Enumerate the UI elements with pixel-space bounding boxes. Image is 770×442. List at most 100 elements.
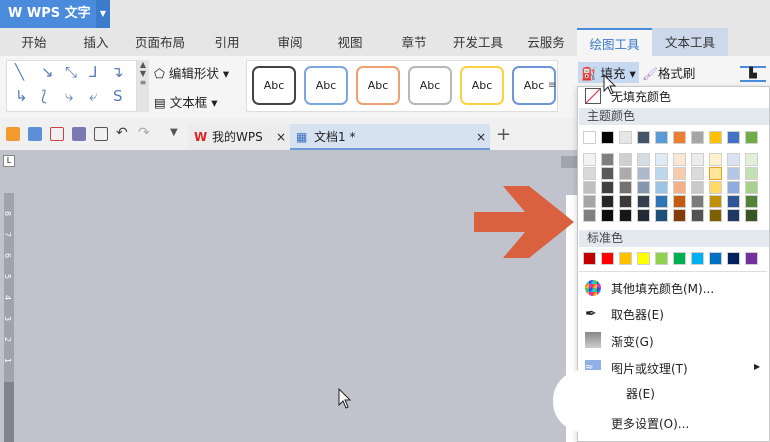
theme-color-swatch[interactable] (655, 131, 668, 144)
elbow-double-arrow-icon[interactable]: ↳ (15, 87, 28, 105)
shade-color-swatch[interactable] (745, 209, 758, 222)
tab-2[interactable]: 页面布局 (130, 28, 190, 56)
shade-color-swatch[interactable] (583, 181, 596, 194)
theme-color-swatch[interactable] (637, 131, 650, 144)
shade-color-swatch[interactable] (655, 167, 668, 180)
curved-arrow-icon[interactable]: ⤷ (65, 87, 73, 105)
shade-color-swatch[interactable] (583, 153, 596, 166)
curved-connector-icon[interactable]: ⟅ (41, 87, 47, 105)
shade-color-swatch[interactable] (601, 195, 614, 208)
doc-tab-document1[interactable]: ▦ 文档1 * × (290, 124, 490, 150)
arrow-line-icon[interactable]: ↘ (41, 63, 54, 81)
shade-color-swatch[interactable] (583, 209, 596, 222)
more-styles-icon[interactable]: ≡ (548, 80, 556, 91)
no-fill-item[interactable]: 无填充颜色 (611, 88, 671, 105)
tab-0[interactable]: 开始 (14, 28, 54, 56)
shade-color-swatch[interactable] (673, 195, 686, 208)
standard-color-swatch[interactable] (727, 252, 740, 265)
undo-icon[interactable]: ↶ (116, 126, 130, 141)
shade-color-swatch[interactable] (601, 167, 614, 180)
shade-color-swatch[interactable] (637, 167, 650, 180)
shade-color-swatch[interactable] (619, 181, 632, 194)
tab-7[interactable]: 开发工具 (452, 28, 504, 56)
shade-color-swatch[interactable] (601, 153, 614, 166)
curve-icon[interactable]: S (113, 87, 123, 105)
shade-color-swatch[interactable] (619, 209, 632, 222)
theme-color-swatch[interactable] (619, 131, 632, 144)
tab-8[interactable]: 云服务 (522, 28, 570, 56)
shade-color-swatch[interactable] (583, 167, 596, 180)
customize-dropdown-icon[interactable]: ▼ (170, 127, 184, 141)
shade-color-swatch[interactable] (691, 181, 704, 194)
shade-color-swatch[interactable] (673, 153, 686, 166)
standard-color-swatch[interactable] (601, 252, 614, 265)
shade-color-swatch[interactable] (691, 209, 704, 222)
print-preview-icon[interactable] (94, 127, 108, 141)
shade-color-swatch[interactable] (727, 195, 740, 208)
print-icon[interactable] (72, 127, 86, 141)
wrap-text-icon[interactable]: ▙ (740, 66, 766, 82)
menu-item-partial[interactable]: 器(E) (626, 385, 655, 402)
line-icon[interactable]: ╲ (15, 63, 24, 81)
shade-color-swatch[interactable] (583, 195, 596, 208)
theme-color-swatch[interactable] (745, 131, 758, 144)
shade-color-swatch[interactable] (709, 195, 722, 208)
theme-color-swatch[interactable] (583, 131, 596, 144)
tab-9[interactable]: 绘图工具 (577, 28, 652, 56)
shade-color-swatch[interactable] (727, 181, 740, 194)
open-icon[interactable] (6, 127, 20, 141)
shade-color-swatch[interactable] (601, 209, 614, 222)
standard-color-swatch[interactable] (709, 252, 722, 265)
standard-color-swatch[interactable] (637, 252, 650, 265)
theme-color-swatch[interactable] (601, 131, 614, 144)
tab-stop-icon[interactable]: L (3, 155, 15, 167)
theme-color-swatch[interactable] (709, 131, 722, 144)
shade-color-swatch[interactable] (655, 181, 668, 194)
shade-color-swatch[interactable] (655, 153, 668, 166)
shade-color-swatch[interactable] (637, 181, 650, 194)
app-menu-button[interactable]: W WPS 文字 (0, 0, 96, 28)
new-tab-button[interactable]: + (496, 124, 511, 145)
shade-color-swatch[interactable] (727, 167, 740, 180)
shade-color-swatch[interactable] (655, 195, 668, 208)
tab-3[interactable]: 引用 (208, 28, 246, 56)
shade-color-swatch[interactable] (673, 209, 686, 222)
shade-color-swatch[interactable] (691, 153, 704, 166)
shade-color-swatch[interactable] (745, 153, 758, 166)
shade-color-swatch[interactable] (619, 153, 632, 166)
shade-color-swatch[interactable] (709, 181, 722, 194)
caret-down-icon[interactable]: ▼ (96, 0, 110, 28)
theme-color-swatch[interactable] (727, 131, 740, 144)
tab-5[interactable]: 视图 (330, 28, 370, 56)
curved-double-arrow-icon[interactable]: ⤶ (89, 87, 97, 105)
shade-color-swatch[interactable] (691, 195, 704, 208)
shade-color-swatch[interactable] (709, 209, 722, 222)
tab-4[interactable]: 审阅 (270, 28, 310, 56)
shade-color-swatch[interactable] (601, 181, 614, 194)
edit-shape-button[interactable]: ⬠ 编辑形状 ▾ (154, 63, 229, 82)
shape-style-1[interactable]: Abc (304, 66, 348, 105)
eyedropper-item[interactable]: 取色器(E) (611, 306, 664, 323)
close-icon[interactable]: × (476, 124, 486, 150)
shape-style-4[interactable]: Abc (460, 66, 504, 105)
shade-color-swatch[interactable] (745, 181, 758, 194)
theme-color-swatch[interactable] (673, 131, 686, 144)
shade-color-swatch[interactable] (637, 209, 650, 222)
shade-color-swatch[interactable] (637, 195, 650, 208)
doc-tab-mywps[interactable]: W 我的WPS × (188, 124, 290, 150)
elbow-arrow-icon[interactable]: ↴ (111, 63, 124, 81)
theme-color-swatch[interactable] (691, 131, 704, 144)
format-painter-button[interactable]: 🖌格式刷 (642, 63, 695, 82)
close-icon[interactable]: × (276, 124, 286, 150)
standard-color-swatch[interactable] (655, 252, 668, 265)
standard-color-swatch[interactable] (745, 252, 758, 265)
shade-color-swatch[interactable] (709, 167, 722, 180)
shade-color-swatch[interactable] (619, 195, 632, 208)
standard-color-swatch[interactable] (619, 252, 632, 265)
picture-texture-item[interactable]: 图片或纹理(T) (611, 360, 688, 377)
shade-color-swatch[interactable] (745, 195, 758, 208)
standard-color-swatch[interactable] (583, 252, 596, 265)
redo-icon[interactable]: ↷ (138, 126, 152, 141)
double-arrow-icon[interactable]: ⤡ (65, 63, 77, 81)
line-shapes-gallery[interactable]: ╲ ↘ ⤡ ⅃ ↴ ↳ ⟅ ⤷ ⤶ S (6, 60, 137, 112)
